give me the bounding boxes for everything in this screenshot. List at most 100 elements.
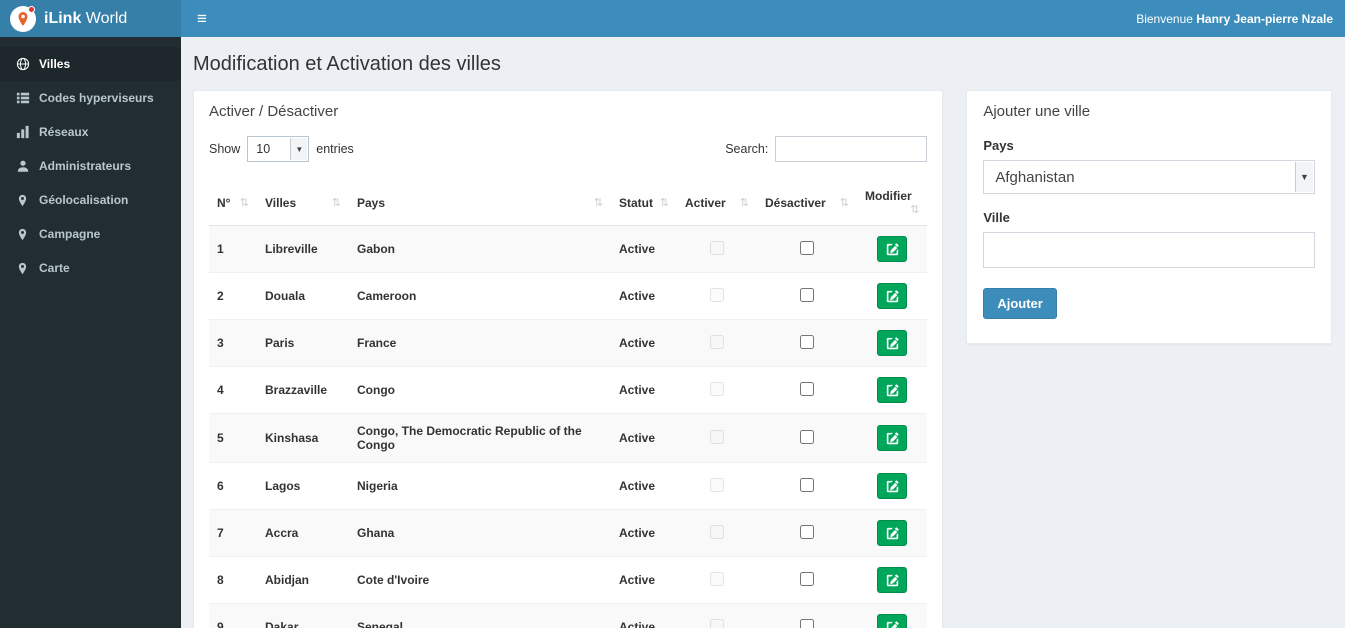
- sidebar-item-label: Codes hyperviseurs: [39, 91, 154, 105]
- brand-bold: iLink: [44, 9, 82, 27]
- desactiver-checkbox[interactable]: [800, 571, 814, 586]
- table-row: 5 Kinshasa Congo, The Democratic Republi…: [209, 413, 928, 463]
- sidebar-item-geolocalisation[interactable]: Géolocalisation: [0, 183, 181, 217]
- cell-pays: Congo: [349, 366, 611, 414]
- cell-num: 2: [209, 272, 257, 320]
- edit-button[interactable]: [877, 567, 908, 593]
- column-header-villes[interactable]: Villes ⇅: [257, 180, 349, 226]
- bar-chart-icon: [15, 125, 30, 139]
- cell-ville: Douala: [257, 272, 349, 320]
- page-length-select[interactable]: 10: [248, 137, 309, 161]
- sidebar-item-label: Administrateurs: [39, 159, 132, 173]
- table-row: 3 Paris France Active: [209, 319, 928, 367]
- list-icon: [15, 91, 30, 105]
- desactiver-checkbox[interactable]: [800, 334, 814, 349]
- sidebar-item-label: Carte: [39, 261, 70, 275]
- activer-checkbox[interactable]: [710, 618, 724, 628]
- sidebar-item-villes[interactable]: Villes: [0, 47, 181, 81]
- edit-button[interactable]: [877, 425, 908, 451]
- edit-button[interactable]: [877, 236, 908, 262]
- column-header-modifier[interactable]: Modifier ⇅: [857, 180, 928, 226]
- cell-num: 4: [209, 366, 257, 414]
- activer-checkbox[interactable]: [710, 429, 724, 444]
- brand-title: iLink World: [44, 10, 127, 28]
- table-row: 8 Abidjan Cote d'Ivoire Active: [209, 556, 928, 604]
- ville-label: Ville: [983, 210, 1010, 225]
- table-controls: Show 10 ▼ entries Search:: [209, 136, 928, 162]
- map-pin-icon: [15, 194, 30, 207]
- activer-checkbox[interactable]: [710, 287, 724, 302]
- sidebar-item-administrateurs[interactable]: Administrateurs: [0, 149, 181, 183]
- cell-statut: Active: [611, 462, 677, 510]
- sort-icon: ⇅: [239, 196, 249, 209]
- edit-button[interactable]: [877, 473, 908, 499]
- table-row: 6 Lagos Nigeria Active: [209, 462, 928, 510]
- content: Modification et Activation des villes Ac…: [181, 37, 1345, 628]
- desactiver-checkbox[interactable]: [800, 524, 814, 539]
- pays-select-wrap: Afghanistan ▼: [983, 160, 1315, 194]
- desactiver-checkbox[interactable]: [800, 477, 814, 492]
- activer-checkbox[interactable]: [710, 381, 724, 396]
- logo-area[interactable]: iLink World: [0, 0, 181, 37]
- villes-table: N° ⇅ Villes ⇅ Pays ⇅ Statut ⇅ Activer ⇅ Désac…: [209, 180, 928, 628]
- column-header-activer[interactable]: Activer ⇅: [677, 180, 757, 226]
- desactiver-checkbox[interactable]: [800, 618, 814, 628]
- cell-pays: Nigeria: [349, 462, 611, 510]
- activer-checkbox[interactable]: [710, 571, 724, 586]
- sort-icon: ⇅: [739, 196, 749, 209]
- cell-ville: Paris: [257, 319, 349, 367]
- sidebar-item-campagne[interactable]: Campagne: [0, 217, 181, 251]
- cell-statut: Active: [611, 556, 677, 604]
- cell-num: 8: [209, 556, 257, 604]
- sidebar-toggle-icon[interactable]: ≡: [181, 0, 223, 37]
- cell-num: 1: [209, 225, 257, 273]
- search-input[interactable]: [775, 136, 928, 162]
- sidebar-item-reseaux[interactable]: Réseaux: [0, 115, 181, 149]
- column-header-num[interactable]: N° ⇅: [209, 180, 257, 226]
- cell-statut: Active: [611, 603, 677, 628]
- desactiver-checkbox[interactable]: [800, 381, 814, 396]
- cell-num: 7: [209, 509, 257, 557]
- desactiver-checkbox[interactable]: [800, 240, 814, 255]
- desactiver-checkbox[interactable]: [800, 429, 814, 444]
- cell-ville: Brazzaville: [257, 366, 349, 414]
- brand-light: World: [85, 9, 128, 27]
- sidebar-item-label: Villes: [39, 57, 71, 71]
- search-label: Search:: [725, 142, 769, 156]
- activer-checkbox[interactable]: [710, 334, 724, 349]
- activer-checkbox[interactable]: [710, 524, 724, 539]
- sidebar-item-carte[interactable]: Carte: [0, 251, 181, 285]
- ajouter-button[interactable]: Ajouter: [983, 288, 1057, 319]
- table-row: 4 Brazzaville Congo Active: [209, 366, 928, 414]
- column-header-desactiver[interactable]: Désactiver ⇅: [757, 180, 857, 226]
- cell-pays: Senegal: [349, 603, 611, 628]
- cell-ville: Lagos: [257, 462, 349, 510]
- sidebar-item-label: Géolocalisation: [39, 193, 129, 207]
- welcome-user-name: Hanry Jean-pierre Nzale: [1196, 11, 1333, 26]
- activer-checkbox[interactable]: [710, 477, 724, 492]
- topbar: ≡ Bienvenue Hanry Jean-pierre Nzale: [181, 0, 1345, 37]
- cell-pays: France: [349, 319, 611, 367]
- edit-button[interactable]: [877, 520, 908, 546]
- main-area: ≡ Bienvenue Hanry Jean-pierre Nzale Modi…: [181, 0, 1345, 628]
- column-header-statut[interactable]: Statut ⇅: [611, 180, 677, 226]
- ville-input[interactable]: [983, 232, 1315, 268]
- cell-pays: Ghana: [349, 509, 611, 557]
- edit-button[interactable]: [877, 283, 908, 309]
- cell-ville: Abidjan: [257, 556, 349, 604]
- cell-num: 6: [209, 462, 257, 510]
- sort-icon: ⇅: [839, 196, 849, 209]
- edit-button[interactable]: [877, 330, 908, 356]
- pays-select[interactable]: Afghanistan: [984, 161, 1314, 193]
- sidebar-item-label: Campagne: [39, 227, 101, 241]
- column-header-pays[interactable]: Pays ⇅: [349, 180, 611, 226]
- desactiver-checkbox[interactable]: [800, 287, 814, 302]
- map-pin-icon: [15, 262, 30, 275]
- activer-checkbox[interactable]: [710, 240, 724, 255]
- add-city-panel: Ajouter une ville Pays Afghanistan ▼ Vil…: [966, 90, 1332, 344]
- edit-button[interactable]: [877, 377, 908, 403]
- edit-button[interactable]: [877, 614, 908, 628]
- table-row: 2 Douala Cameroon Active: [209, 272, 928, 320]
- cell-ville: Accra: [257, 509, 349, 557]
- sidebar-item-codes-hyperviseurs[interactable]: Codes hyperviseurs: [0, 81, 181, 115]
